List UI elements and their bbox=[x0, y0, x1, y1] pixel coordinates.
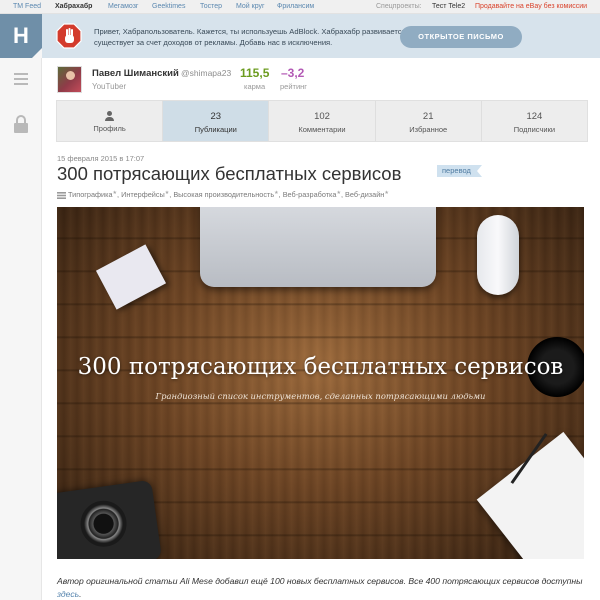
tab-label: Подписчики bbox=[513, 125, 556, 134]
user-name[interactable]: Павел Шиманский bbox=[92, 68, 179, 79]
tab-count: 21 bbox=[422, 111, 434, 122]
tab-count: 23 bbox=[210, 111, 222, 122]
topnav-link-habrahabr[interactable]: Хабрахабр bbox=[55, 3, 92, 10]
rating-value: –3,2 bbox=[281, 66, 305, 80]
logo-letter: H bbox=[13, 23, 29, 48]
hub-link[interactable]: Типографика bbox=[68, 190, 113, 199]
business-cards-shape bbox=[95, 244, 167, 310]
top-nav: TM Feed Хабрахабр Мегамозг Geektimes Тос… bbox=[0, 0, 600, 14]
habr-logo[interactable]: H bbox=[0, 14, 42, 58]
topnav-link-freelansim[interactable]: Фрилансим bbox=[277, 3, 314, 10]
hub-link[interactable]: Интерфейсы bbox=[121, 190, 165, 199]
topnav-link-megamozg[interactable]: Мегамозг bbox=[108, 3, 139, 10]
stop-hand-icon bbox=[56, 23, 82, 49]
post-date: 15 февраля 2015 в 17:07 bbox=[57, 154, 145, 163]
lock-icon[interactable] bbox=[13, 115, 29, 133]
tab-label: Комментарии bbox=[298, 125, 346, 134]
translation-badge: перевод bbox=[437, 165, 482, 177]
topnav-link-toster[interactable]: Тостер bbox=[200, 3, 222, 10]
hub-link[interactable]: Веб-дизайн bbox=[345, 190, 384, 199]
topnav-link-moikrug[interactable]: Мой круг bbox=[236, 3, 265, 10]
tab-publications[interactable]: 23 Публикации bbox=[163, 101, 270, 141]
intro-link[interactable]: здесь bbox=[57, 589, 79, 599]
tab-count: 124 bbox=[526, 111, 543, 122]
hub-list: Типографика★, Интерфейсы★, Высокая произ… bbox=[57, 190, 389, 199]
karma-value: 115,5 bbox=[240, 66, 270, 80]
tab-comments[interactable]: 102 Комментарии bbox=[269, 101, 376, 141]
person-icon bbox=[105, 111, 115, 121]
post-intro: Автор оригинальной статьи Ali Mese добав… bbox=[57, 575, 584, 600]
hub-link[interactable]: Веб-разработка bbox=[283, 190, 337, 199]
star-icon: ★ bbox=[164, 190, 170, 196]
promo-link[interactable]: Продавайте на eBay без комиссии bbox=[475, 3, 587, 10]
post-title[interactable]: 300 потрясающих бесплатных сервисов bbox=[57, 163, 401, 185]
star-icon: ★ bbox=[336, 190, 341, 196]
tab-subscribers[interactable]: 124 Подписчики bbox=[482, 101, 587, 141]
star-icon: ★ bbox=[274, 190, 279, 196]
adblock-banner: Привет, Хабрапользователь. Кажется, ты и… bbox=[42, 14, 600, 58]
profile-tabs: Профиль 23 Публикации 102 Комментарии 21… bbox=[56, 100, 588, 142]
adblock-message: Привет, Хабрапользователь. Кажется, ты и… bbox=[94, 27, 412, 47]
special-projects-label: Спецпроекты: bbox=[376, 3, 422, 10]
mouse-shape bbox=[477, 215, 519, 295]
user-role: YouTuber bbox=[92, 82, 127, 91]
tab-label: Профиль bbox=[93, 124, 126, 133]
tab-label: Публикации bbox=[194, 125, 237, 134]
open-letter-button[interactable]: ОТКРЫТОЕ ПИСЬМО bbox=[400, 26, 522, 48]
star-icon: ★ bbox=[112, 190, 118, 196]
hamburger-icon[interactable] bbox=[14, 73, 28, 88]
laptop-shape bbox=[200, 207, 436, 287]
intro-text: Автор оригинальной статьи Ali Mese добав… bbox=[57, 576, 583, 586]
karma-label: карма bbox=[244, 82, 266, 91]
tab-count: 102 bbox=[314, 111, 330, 122]
hero-subtitle: Грандиозный список инструментов, сделанн… bbox=[155, 391, 486, 401]
avatar[interactable] bbox=[57, 66, 82, 93]
hero-image: 300 потрясающих бесплатных сервисов Гран… bbox=[57, 207, 584, 559]
special-project-link[interactable]: Тест Tele2 bbox=[432, 3, 465, 10]
tab-label: Избранное bbox=[409, 125, 448, 134]
star-icon: ★ bbox=[384, 190, 389, 196]
user-nick: @shimapa23 bbox=[181, 68, 232, 78]
tab-favorites[interactable]: 21 Избранное bbox=[376, 101, 482, 141]
camera-shape bbox=[57, 479, 163, 559]
hubs-icon bbox=[57, 191, 66, 199]
hero-title: 300 потрясающих бесплатных сервисов bbox=[77, 354, 564, 380]
tab-profile[interactable]: Профиль bbox=[57, 101, 164, 141]
rating-label: рейтинг bbox=[280, 82, 308, 91]
logo-fold bbox=[32, 48, 42, 58]
intro-end: . bbox=[79, 589, 82, 599]
topnav-link-geektimes[interactable]: Geektimes bbox=[152, 3, 185, 10]
left-sidebar: H bbox=[0, 14, 42, 600]
hub-link[interactable]: Высокая производительность bbox=[173, 190, 274, 199]
topnav-link-tmfeed[interactable]: TM Feed bbox=[13, 3, 41, 10]
notebook-shape bbox=[476, 431, 584, 559]
